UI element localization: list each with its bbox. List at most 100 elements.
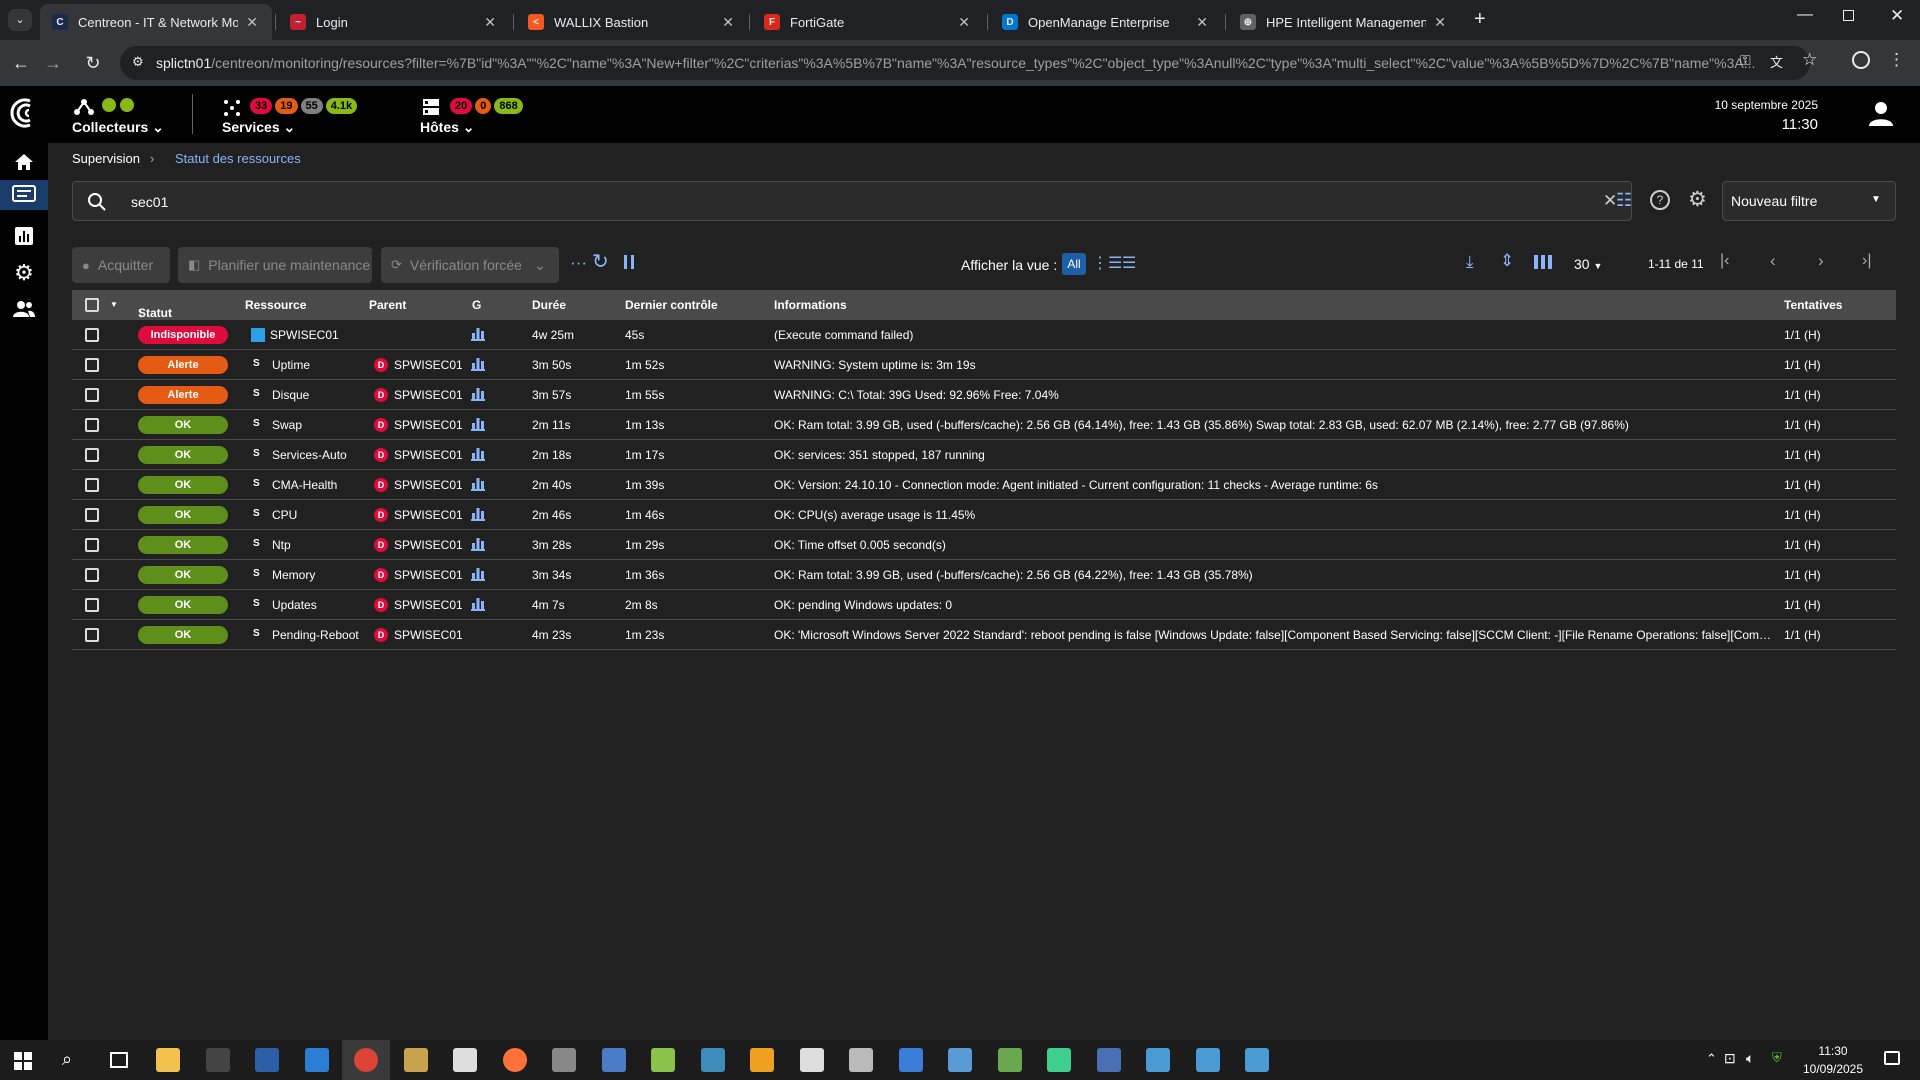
breadcrumb-current[interactable]: Statut des ressources [175, 151, 301, 166]
browser-tab[interactable]: ~ Login ✕ [278, 4, 510, 40]
graph-icon[interactable] [471, 327, 485, 341]
hosts-icon[interactable] [422, 98, 440, 116]
forced-check-button[interactable]: ⟳ Vérification forcée ⌄ [381, 247, 559, 283]
graph-icon[interactable] [471, 477, 485, 491]
tray-chevron-icon[interactable]: ⌃ [1706, 1051, 1717, 1067]
parent-name[interactable]: SPWISEC01 [394, 538, 463, 552]
parent-name[interactable]: SPWISEC01 [394, 628, 463, 642]
graph-icon[interactable] [471, 537, 485, 551]
network-icon[interactable]: ⊡ [1724, 1050, 1736, 1067]
password-key-icon[interactable]: ⚿ [1740, 52, 1751, 69]
filter-select[interactable]: Nouveau filtre ▼ [1722, 181, 1896, 221]
select-all-checkbox[interactable] [85, 298, 99, 312]
search-input[interactable]: sec01 [131, 194, 168, 210]
row-checkbox[interactable] [85, 328, 99, 342]
search-icon[interactable]: ⌕ [62, 1049, 72, 1070]
services-ok-count[interactable]: 4.1k [325, 98, 358, 114]
services-unknown-count[interactable]: 55 [300, 98, 323, 114]
parent-name[interactable]: SPWISEC01 [394, 358, 463, 372]
tab-close-icon[interactable]: ✕ [722, 14, 734, 31]
hosts-menu[interactable]: Hôtes ⌄ [420, 119, 475, 136]
view-all-button[interactable]: All [1062, 253, 1086, 275]
resource-name[interactable]: SPWISEC01 [270, 328, 339, 342]
terminal-icon[interactable] [205, 1048, 230, 1072]
graph-icon[interactable] [471, 567, 485, 581]
export-download-icon[interactable]: ⤓ [1466, 252, 1474, 272]
services-critical-count[interactable]: 33 [250, 98, 273, 114]
hosts-unreachable-count[interactable]: 0 [475, 98, 492, 114]
graph-icon[interactable] [471, 357, 485, 371]
resource-name[interactable]: Swap [272, 418, 302, 432]
parent-name[interactable]: SPWISEC01 [394, 448, 463, 462]
row-checkbox[interactable] [85, 358, 99, 372]
table-row[interactable]: Alerte S Uptime D SPWISEC01 3m 50s 1m 52s WARNI… [72, 350, 1896, 380]
monitoring-nav-active[interactable] [0, 180, 48, 210]
table-row[interactable]: OK S CMA-Health D SPWISEC01 2m 40s 1m 39s OK: V… [72, 470, 1896, 500]
table-row[interactable]: OK S Memory D SPWISEC01 3m 34s 1m 36s OK: Ram t… [72, 560, 1896, 590]
site-info-icon[interactable]: ⚙ [132, 54, 144, 70]
table-row[interactable]: OK S Swap D SPWISEC01 2m 11s 1m 13s OK: Ram tot… [72, 410, 1896, 440]
next-page-icon[interactable]: › [1818, 251, 1824, 271]
tab-close-icon[interactable]: ✕ [484, 14, 496, 31]
back-button[interactable]: ← [8, 50, 34, 76]
resource-name[interactable]: Uptime [272, 358, 310, 372]
last-page-icon[interactable]: ›| [1862, 252, 1871, 270]
collectors-menu[interactable]: Collecteurs ⌄ [72, 119, 164, 136]
filter-settings-icon[interactable]: ☷ [1616, 190, 1632, 211]
view-tree-icon[interactable]: ⋮☰ [1092, 253, 1122, 273]
tab-close-icon[interactable]: ✕ [1196, 14, 1208, 31]
firefox-icon[interactable] [502, 1048, 527, 1072]
pause-icon[interactable] [624, 255, 634, 269]
row-checkbox[interactable] [85, 388, 99, 402]
row-checkbox[interactable] [85, 478, 99, 492]
translate-icon[interactable]: 文 [1770, 52, 1783, 71]
resource-name[interactable]: Pending-Reboot [272, 628, 359, 642]
close-window-button[interactable]: ✕ [1890, 6, 1904, 26]
tab-close-icon[interactable]: ✕ [246, 14, 258, 31]
graph-icon[interactable] [471, 507, 485, 521]
bookmark-star-icon[interactable]: ☆ [1802, 50, 1817, 70]
row-checkbox[interactable] [85, 628, 99, 642]
profile-icon[interactable] [1852, 51, 1870, 69]
hosts-down-count[interactable]: 20 [450, 98, 473, 114]
tab-list-chevron-icon[interactable]: ⌄ [8, 9, 32, 31]
network-diagram-icon[interactable] [799, 1048, 824, 1072]
browser-tab[interactable]: < WALLIX Bastion ✕ [516, 4, 748, 40]
graph-icon[interactable] [471, 447, 485, 461]
parent-name[interactable]: SPWISEC01 [394, 478, 463, 492]
reload-button[interactable]: ↻ [80, 50, 106, 76]
per-page-select[interactable]: 30 ▼ [1574, 256, 1602, 272]
task-view-icon[interactable] [110, 1052, 128, 1068]
admin-tool-icon[interactable] [552, 1048, 576, 1072]
row-checkbox[interactable] [85, 538, 99, 552]
services-warning-count[interactable]: 19 [275, 98, 298, 114]
row-checkbox[interactable] [85, 598, 99, 612]
table-row[interactable]: Indisponible SPWISEC01 4w 25m 45s (Execute c… [72, 320, 1896, 350]
new-tab-button[interactable]: + [1474, 8, 1486, 31]
prev-page-icon[interactable]: ‹ [1770, 251, 1776, 271]
resource-name[interactable]: Memory [272, 568, 315, 582]
graph-icon[interactable] [471, 597, 485, 611]
refresh-icon[interactable]: ↻ [592, 249, 609, 274]
window-app-icon[interactable] [1245, 1048, 1269, 1072]
notepad-icon[interactable] [453, 1048, 477, 1072]
reporting-icon[interactable] [10, 222, 38, 250]
acknowledge-button[interactable]: ● Acquitter [72, 247, 170, 283]
table-row[interactable]: Alerte S Disque D SPWISEC01 3m 57s 1m 55s WARNI… [72, 380, 1896, 410]
forward-button[interactable]: → [40, 50, 66, 76]
tab-close-icon[interactable]: ✕ [1434, 14, 1446, 31]
hosts-up-count[interactable]: 868 [494, 98, 523, 114]
windows-tool-icon[interactable] [700, 1048, 725, 1072]
col-parent[interactable]: Parent [369, 298, 406, 312]
resource-name[interactable]: Services-Auto [272, 448, 347, 462]
table-row[interactable]: OK S Services-Auto D SPWISEC01 2m 18s 1m 17s OK… [72, 440, 1896, 470]
resource-name[interactable]: Updates [272, 598, 317, 612]
col-resource[interactable]: Ressource [245, 298, 306, 312]
table-row[interactable]: OK S CPU D SPWISEC01 2m 46s 1m 46s OK: CPU(s) a… [72, 500, 1896, 530]
table-row[interactable]: OK S Ntp D SPWISEC01 3m 28s 1m 29s OK: Time off… [72, 530, 1896, 560]
visual-studio-icon[interactable] [948, 1048, 972, 1072]
schedule-downtime-button[interactable]: ◧ Planifier une maintenance [178, 247, 372, 283]
columns-icon[interactable] [1534, 255, 1552, 269]
speaker-icon[interactable]: 🔈︎ [1746, 1050, 1754, 1067]
parent-name[interactable]: SPWISEC01 [394, 418, 463, 432]
